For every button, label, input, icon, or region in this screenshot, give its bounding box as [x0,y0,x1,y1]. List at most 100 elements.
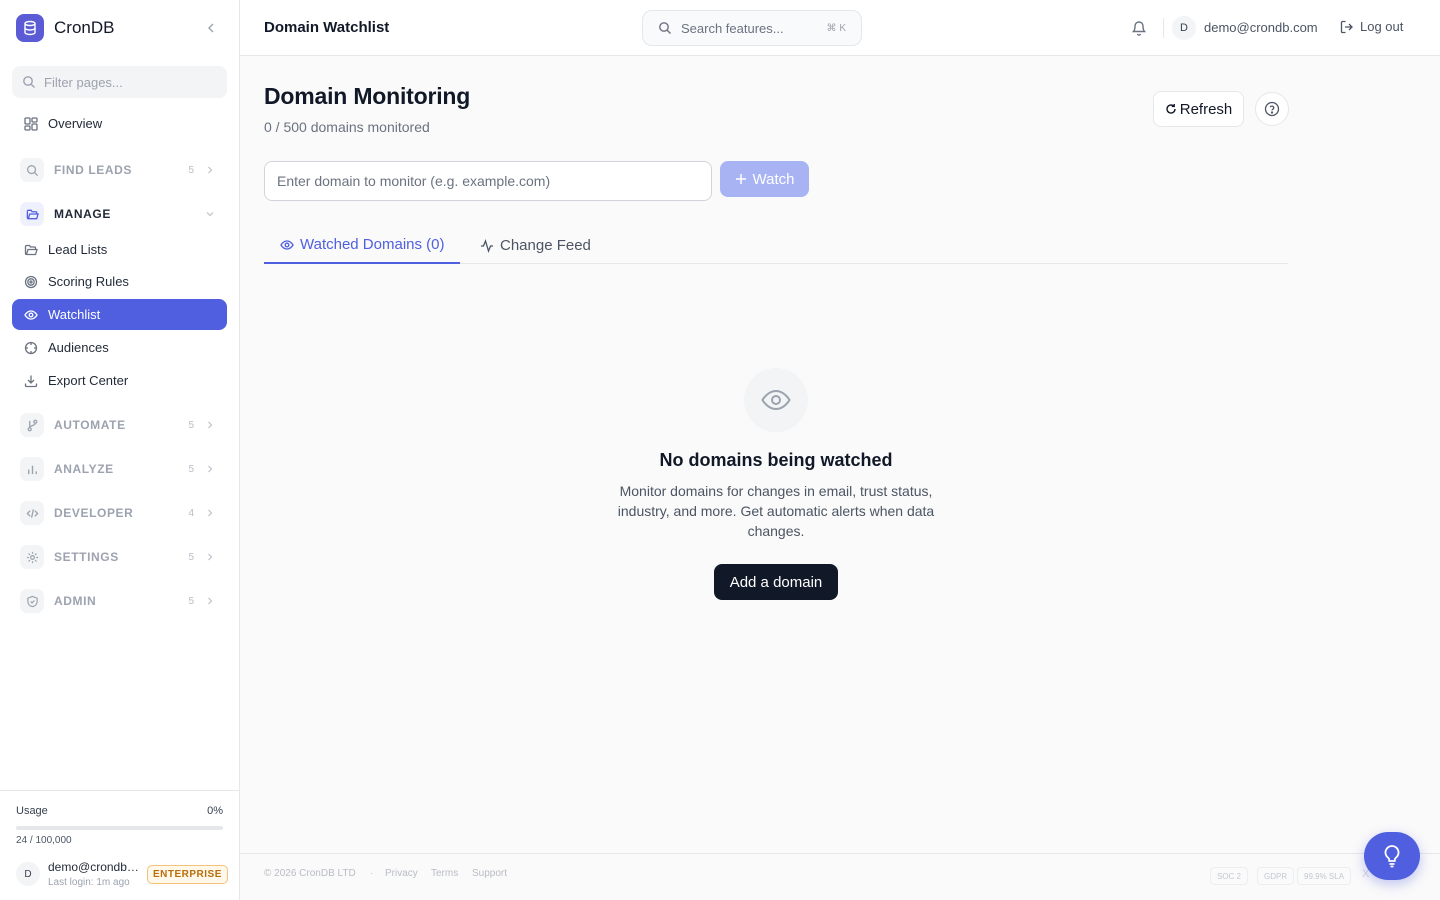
sidebar-item-export-center[interactable]: Export Center [12,365,227,396]
sidebar-item-label: Overview [48,116,103,131]
sidebar-group-settings[interactable]: SETTINGS 5 [20,543,220,571]
user-email: demo@crondb.com [48,860,140,874]
app-name: CronDB [54,18,115,37]
lightbulb-icon [1382,844,1402,868]
search-icon [20,158,44,182]
footer-link-support[interactable]: Support [472,868,507,879]
group-count: 5 [188,164,194,176]
bell-icon[interactable] [1131,19,1147,37]
sidebar-item-audiences[interactable]: Audiences [12,332,227,363]
search-icon [658,21,672,35]
tab-watched-domains[interactable]: Watched Domains (0) [264,227,460,264]
watch-label: Watch [752,170,795,188]
group-count: 5 [188,595,194,607]
group-count: 4 [188,507,194,519]
group-label: AUTOMATE [54,418,126,432]
footer-link-terms[interactable]: Terms [431,868,458,879]
chevron-right-icon [204,463,216,475]
last-login: Last login: 1m ago [48,877,130,888]
eye-icon [24,308,38,322]
sidebar-group-analyze[interactable]: ANALYZE 5 [20,455,220,483]
plus-icon [735,173,747,185]
group-count: 5 [188,419,194,431]
group-label: FIND LEADS [54,163,132,177]
footer: © 2026 CronDB LTD · Privacy Terms Suppor… [240,853,1440,900]
sidebar-item-overview[interactable]: Overview [12,108,227,139]
group-count: 5 [188,551,194,563]
plan-badge: ENTERPRISE [147,865,228,884]
sidebar-group-developer[interactable]: DEVELOPER 4 [20,499,220,527]
divider [1163,18,1164,38]
activity-icon [480,238,494,253]
footer-link-privacy[interactable]: Privacy [385,868,418,879]
folder-open-icon [20,202,44,226]
compliance-badge: 99.9% SLA [1297,867,1352,885]
feature-search-input[interactable]: Search features... ⌘ K [642,10,862,46]
code-icon [20,501,44,525]
bar-chart-icon [20,457,44,481]
sidebar-item-label: Lead Lists [48,242,108,257]
logout-button[interactable]: Log out [1340,19,1403,34]
refresh-button[interactable]: Refresh [1153,91,1244,127]
group-count: 5 [188,463,194,475]
tab-bar: Watched Domains (0) Change Feed [264,227,1288,264]
search-icon [22,75,36,89]
add-domain-button[interactable]: Add a domain [714,564,838,600]
logout-label: Log out [1360,19,1404,34]
shield-icon [20,589,44,613]
gear-icon [20,545,44,569]
filter-pages-input[interactable]: Filter pages... [12,66,227,98]
watch-button[interactable]: Watch [720,161,809,197]
avatar[interactable]: D [16,862,40,886]
usage-count: 24 / 100,000 [16,835,72,846]
sidebar-item-label: Audiences [48,340,109,355]
brand[interactable]: CronDB [16,14,114,42]
eye-icon [280,238,294,252]
sidebar-group-find-leads[interactable]: FIND LEADS 5 [20,156,220,184]
group-label: SETTINGS [54,550,119,564]
eye-icon [744,368,808,432]
sidebar-item-label: Scoring Rules [48,274,129,289]
refresh-label: Refresh [1179,100,1233,118]
group-label: MANAGE [54,207,111,221]
compliance-badge: SOC 2 [1210,867,1249,885]
chevron-right-icon [204,595,216,607]
chevron-right-icon [204,551,216,563]
sidebar-item-label: Export Center [48,373,129,388]
folder-icon [24,243,38,257]
user-email[interactable]: demo@crondb.com [1204,20,1318,35]
usage-label: Usage [16,805,48,817]
sidebar-item-scoring-rules[interactable]: Scoring Rules [12,266,227,297]
download-icon [24,374,38,388]
page-title: Domain Watchlist [264,19,390,36]
empty-state-title: No domains being watched [659,450,893,470]
chevron-left-icon[interactable] [203,20,219,36]
sidebar-item-watchlist[interactable]: Watchlist [12,299,227,330]
sidebar-item-label: Watchlist [48,307,101,322]
chevron-right-icon [204,507,216,519]
target-icon [24,275,38,289]
git-branch-icon [20,413,44,437]
top-header: Domain Watchlist Search features... ⌘ K … [240,0,1440,56]
sidebar-group-automate[interactable]: AUTOMATE 5 [20,411,220,439]
search-placeholder: Search features... [681,20,784,36]
help-button[interactable] [1255,92,1289,126]
sidebar-group-admin[interactable]: ADMIN 5 [20,587,220,615]
tab-label: Change Feed [500,237,591,254]
empty-state-description: Monitor domains for changes in email, tr… [617,483,935,539]
avatar[interactable]: D [1172,16,1196,40]
chevron-right-icon [204,419,216,431]
domain-input[interactable] [264,161,712,201]
search-shortcut: ⌘ K [826,22,846,34]
tips-button[interactable] [1364,832,1420,880]
compliance-badge: GDPR [1257,867,1295,885]
domains-count: 0 / 500 domains monitored [264,119,430,135]
tab-change-feed[interactable]: Change Feed [480,227,591,264]
chevron-right-icon [204,164,216,176]
chevron-down-icon [204,208,216,220]
sidebar-item-lead-lists[interactable]: Lead Lists [12,234,227,265]
usage-progress-bar [16,826,223,830]
sidebar-group-manage[interactable]: MANAGE [20,200,220,228]
copyright: © 2026 CronDB LTD [264,868,356,879]
logout-icon [1340,20,1354,34]
